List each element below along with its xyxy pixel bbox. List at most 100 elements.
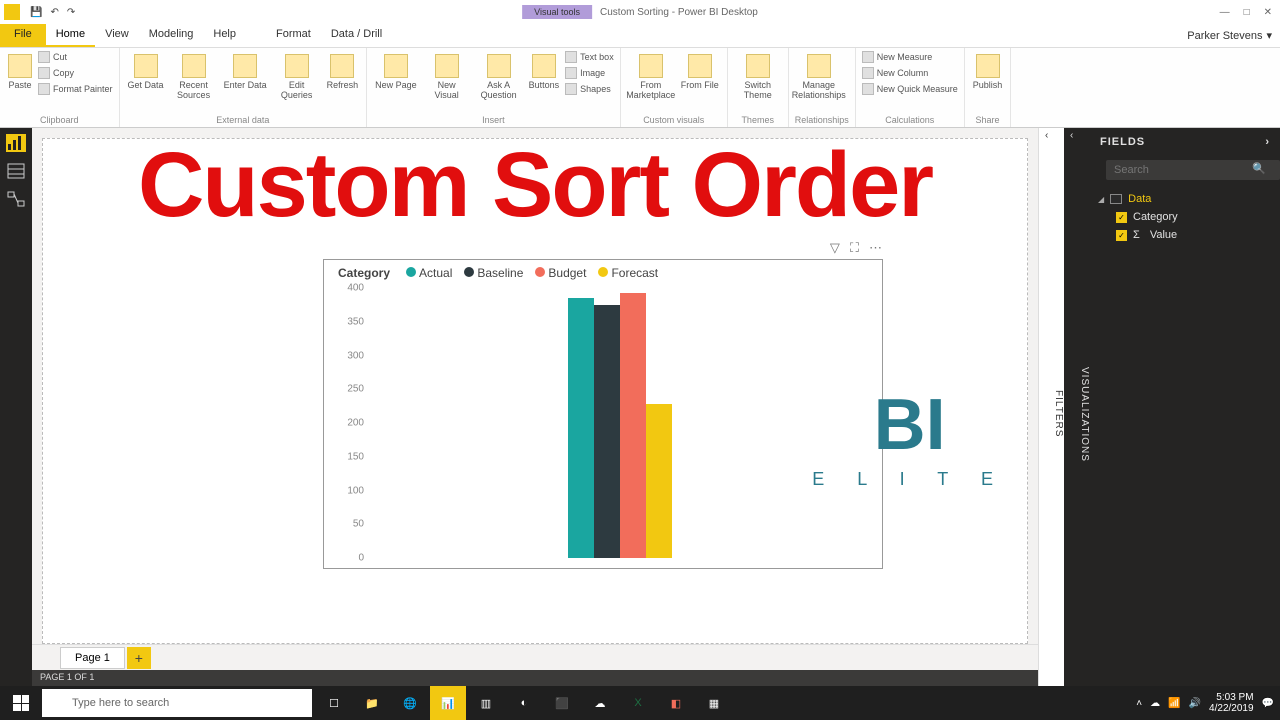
- tab-modeling[interactable]: Modeling: [139, 24, 204, 47]
- model-view-button[interactable]: [6, 190, 26, 208]
- data-view-button[interactable]: [6, 162, 26, 180]
- from-marketplace-button[interactable]: From Marketplace: [627, 50, 675, 102]
- cloud-icon[interactable]: ☁: [1150, 698, 1160, 709]
- textbox-button[interactable]: Text box: [565, 50, 614, 64]
- app-button[interactable]: ☁: [582, 686, 618, 720]
- checkbox-checked-icon[interactable]: ✓: [1116, 212, 1127, 223]
- tab-help[interactable]: Help: [203, 24, 246, 47]
- tab-home[interactable]: Home: [46, 24, 95, 47]
- manage-relationships-button[interactable]: Manage Relationships: [795, 50, 843, 102]
- app-button[interactable]: ⬛: [544, 686, 580, 720]
- publish-button[interactable]: Publish: [971, 50, 1005, 92]
- explorer-button[interactable]: 📁: [354, 686, 390, 720]
- buttons-button[interactable]: Buttons: [527, 50, 562, 92]
- field-category[interactable]: ✓Category: [1098, 208, 1272, 226]
- chevron-right-icon[interactable]: ›: [1265, 136, 1270, 148]
- ribbon: Paste Cut Copy Format Painter Clipboard …: [0, 48, 1280, 128]
- new-measure-button[interactable]: New Measure: [862, 50, 958, 64]
- wifi-icon[interactable]: 📶: [1168, 698, 1180, 709]
- enter-data-button[interactable]: Enter Data: [222, 50, 269, 92]
- caret-icon: ◢: [1098, 195, 1104, 204]
- tab-data-drill[interactable]: Data / Drill: [321, 24, 392, 47]
- edit-queries-button[interactable]: Edit Queries: [273, 50, 321, 102]
- new-visual-button[interactable]: New Visual: [423, 50, 471, 102]
- table-node[interactable]: ◢Data: [1098, 190, 1272, 208]
- file-tab[interactable]: File: [0, 24, 46, 47]
- start-button[interactable]: [0, 686, 42, 720]
- new-column-button[interactable]: New Column: [862, 66, 958, 80]
- filters-label: FILTERS: [1053, 390, 1064, 437]
- add-page-button[interactable]: +: [127, 647, 151, 669]
- tab-view[interactable]: View: [95, 24, 139, 47]
- window-title: Custom Sorting - Power BI Desktop: [600, 7, 758, 18]
- cut-button[interactable]: Cut: [38, 50, 113, 64]
- notifications-icon[interactable]: 💬: [1262, 698, 1274, 709]
- report-canvas[interactable]: Custom Sort Order ▽ ⛶ ⋯ Category Actual …: [42, 138, 1028, 644]
- bar-budget[interactable]: [620, 293, 646, 558]
- filters-pane-collapsed[interactable]: ‹FILTERS: [1038, 128, 1064, 686]
- recent-sources-button[interactable]: Recent Sources: [170, 50, 218, 102]
- shapes-label: Shapes: [580, 84, 611, 94]
- legend-label: Actual: [419, 266, 452, 280]
- refresh-button[interactable]: Refresh: [325, 50, 361, 92]
- time-text: 5:03 PM: [1209, 692, 1254, 703]
- user-name: Parker Stevens: [1187, 30, 1262, 42]
- buttons-label: Buttons: [529, 80, 560, 90]
- focus-icon[interactable]: ⛶: [850, 240, 859, 256]
- shapes-button[interactable]: Shapes: [565, 82, 614, 96]
- tray-up-icon[interactable]: ˄: [1136, 698, 1142, 709]
- field-value[interactable]: ✓ΣValue: [1098, 226, 1272, 244]
- recent-label: Recent Sources: [172, 80, 216, 100]
- minimize-button[interactable]: —: [1220, 7, 1230, 18]
- edit-label: Edit Queries: [275, 80, 319, 100]
- page-tab-1[interactable]: Page 1: [60, 647, 125, 669]
- app-button[interactable]: ◧: [658, 686, 694, 720]
- from-file-button[interactable]: From File: [679, 50, 721, 92]
- get-data-icon: [134, 54, 158, 78]
- bar-baseline[interactable]: [594, 305, 620, 558]
- app-button[interactable]: ◐: [506, 686, 542, 720]
- clock[interactable]: 5:03 PM 4/22/2019: [1209, 692, 1254, 714]
- checkbox-checked-icon[interactable]: ✓: [1116, 230, 1127, 241]
- legend-title: Category: [338, 266, 390, 280]
- relationships-icon: [807, 54, 831, 78]
- date-text: 4/22/2019: [1209, 703, 1254, 714]
- textbox-label: Text box: [580, 52, 614, 62]
- taskbar-search[interactable]: Type here to search: [42, 689, 312, 717]
- chart-visual[interactable]: ▽ ⛶ ⋯ Category Actual Baseline Budget Fo…: [323, 259, 883, 569]
- get-data-button[interactable]: Get Data: [126, 50, 166, 92]
- report-view-button[interactable]: [6, 134, 26, 152]
- tab-format[interactable]: Format: [266, 24, 321, 47]
- paste-button[interactable]: Paste: [6, 50, 34, 92]
- ask-question-button[interactable]: Ask A Question: [475, 50, 523, 102]
- bar-forecast[interactable]: [646, 404, 672, 558]
- visualizations-pane-collapsed[interactable]: ‹VISUALIZATIONS: [1064, 128, 1090, 686]
- fields-title: FIELDS: [1100, 136, 1145, 148]
- volume-icon[interactable]: 🔊: [1189, 698, 1201, 709]
- image-button[interactable]: Image: [565, 66, 614, 80]
- edit-queries-icon: [285, 54, 309, 78]
- format-painter-button[interactable]: Format Painter: [38, 82, 113, 96]
- undo-icon[interactable]: ↶: [48, 5, 60, 20]
- switch-theme-button[interactable]: Switch Theme: [734, 50, 782, 102]
- workspace: Custom Sort Order ▽ ⛶ ⋯ Category Actual …: [0, 128, 1280, 686]
- redo-icon[interactable]: ↷: [65, 5, 77, 20]
- app-icon: [4, 4, 20, 20]
- excel-button[interactable]: X: [620, 686, 656, 720]
- bar-actual[interactable]: [568, 298, 594, 558]
- quick-measure-button[interactable]: New Quick Measure: [862, 82, 958, 96]
- filter-icon[interactable]: ▽: [830, 240, 840, 256]
- copy-button[interactable]: Copy: [38, 66, 113, 80]
- more-icon[interactable]: ⋯: [869, 240, 882, 256]
- save-icon[interactable]: 💾: [28, 5, 44, 20]
- maximize-button[interactable]: □: [1244, 7, 1250, 18]
- app-button[interactable]: ▥: [468, 686, 504, 720]
- task-view-button[interactable]: ☐: [316, 686, 352, 720]
- user-badge[interactable]: Parker Stevens ▾: [1187, 24, 1272, 47]
- app-button[interactable]: ▦: [696, 686, 732, 720]
- powerbi-taskbar-button[interactable]: 📊: [430, 686, 466, 720]
- group-external-label: External data: [126, 115, 361, 125]
- new-page-button[interactable]: New Page: [373, 50, 419, 92]
- close-button[interactable]: ✕: [1264, 7, 1272, 18]
- chrome-button[interactable]: 🌐: [392, 686, 428, 720]
